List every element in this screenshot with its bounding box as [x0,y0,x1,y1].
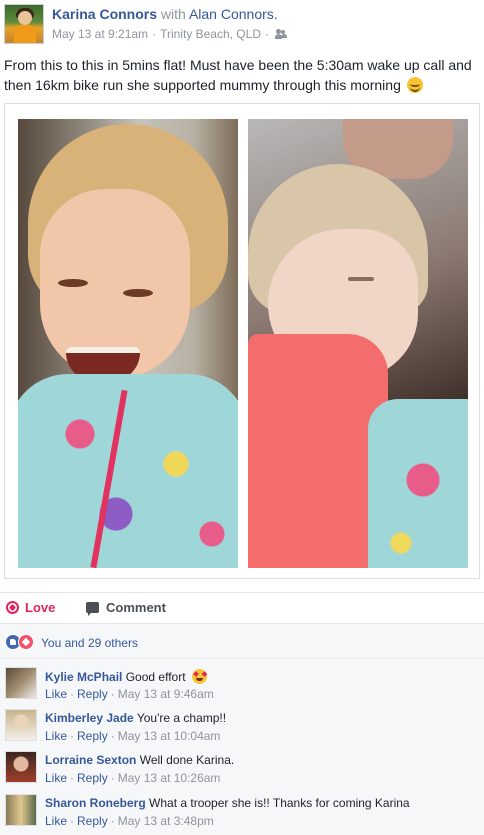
post-header: Karina Connors with Alan Connors. May 13… [0,0,484,50]
comment-body: Lorraine Sexton Well done Karina. [45,753,234,767]
commenter-name-link[interactable]: Kimberley Jade [45,711,134,725]
comment-like-link[interactable]: Like [45,687,67,701]
author-avatar[interactable] [4,4,44,44]
comment-button[interactable]: Comment [86,600,166,616]
avatar-body [14,25,36,43]
comment-item: Sharon Roneberg What a trooper she is!! … [0,791,484,833]
meta-separator: · [70,814,75,828]
reaction-icons[interactable] [5,634,34,650]
friends-icon[interactable] [274,29,288,39]
eye-shape [123,289,153,297]
commenter-avatar[interactable] [5,667,37,699]
comment-text: You're a champ!! [136,711,227,725]
photo-laughing-child[interactable] [18,119,238,568]
photo-sleeping-child[interactable] [248,119,468,568]
post-text-body: From this to this in 5mins flat! Must ha… [4,57,472,93]
commenter-avatar[interactable] [5,709,37,741]
post-text: From this to this in 5mins flat! Must ha… [4,55,480,95]
tagged-name-link[interactable]: Alan Connors. [189,6,278,22]
comment-meta: Like · Reply · May 13 at 10:04am [45,729,220,743]
love-button[interactable]: Love [6,600,55,615]
eye-shape [58,279,88,287]
meta-separator: · [110,814,115,828]
meta-separator: · [110,687,115,701]
photo-frame[interactable] [4,103,480,579]
comment-meta: Like · Reply · May 13 at 9:46am [45,687,214,701]
post-actions: Love Comment [0,592,484,622]
closed-eye-shape [348,277,374,281]
meta-separator: · [70,687,75,701]
meta-separator: · [152,27,157,41]
comment-reply-link[interactable]: Reply [77,771,108,785]
commenter-avatar[interactable] [5,794,37,826]
meta-separator: · [70,771,75,785]
author-name-link[interactable]: Karina Connors [52,6,157,22]
comment-item: Kylie McPhail Good effort Like · Reply · May… [0,664,484,706]
comment-text: What a trooper she is!! Thanks for comin… [149,796,410,810]
comment-time-link[interactable]: May 13 at 9:46am [118,687,214,701]
jacket-shape [18,374,238,568]
comment-text: Good effort [125,670,186,684]
post-location-link[interactable]: Trinity Beach, QLD [160,27,261,41]
comment-body: Kylie McPhail Good effort [45,669,207,684]
comment-time-link[interactable]: May 13 at 10:04am [118,729,221,743]
comment-text: Well done Karina. [139,753,235,767]
comments-section: Kylie McPhail Good effort Like · Reply · May… [0,660,484,835]
comment-reply-link[interactable]: Reply [77,729,108,743]
smiling-face-icon [406,77,423,93]
reactions-bar: You and 29 others [0,623,484,659]
meta-separator: · [110,771,115,785]
commenter-name-link[interactable]: Lorraine Sexton [45,753,136,767]
meta-separator: · [264,27,269,41]
commenter-name-link[interactable]: Sharon Roneberg [45,796,146,810]
comment-body: Kimberley Jade You're a champ!! [45,711,226,725]
comment-like-link[interactable]: Like [45,771,67,785]
comment-body: Sharon Roneberg What a trooper she is!! … [45,796,410,810]
reaction-summary-link[interactable]: You and 29 others [41,636,138,650]
comment-item: Lorraine Sexton Well done Karina. Like · R… [0,748,484,790]
love-badge-icon [18,634,34,650]
avatar-head [18,11,32,25]
with-text: with [160,6,186,22]
comment-meta: Like · Reply · May 13 at 10:26am [45,771,220,785]
meta-separator: · [70,729,75,743]
love-icon [6,601,19,614]
hood-shape [248,334,388,568]
comment-icon [86,602,99,616]
comment-reply-link[interactable]: Reply [77,814,108,828]
commenter-name-link[interactable]: Kylie McPhail [45,670,122,684]
comment-time-link[interactable]: May 13 at 3:48pm [118,814,214,828]
comment-like-link[interactable]: Like [45,814,67,828]
heart-eyes-icon [191,669,207,684]
comment-like-link[interactable]: Like [45,729,67,743]
meta-separator: · [110,729,115,743]
love-label: Love [25,600,56,615]
comment-reply-link[interactable]: Reply [77,687,108,701]
jacket-shape [368,399,468,568]
comment-label: Comment [106,600,166,615]
comment-time-link[interactable]: May 13 at 10:26am [118,771,221,785]
commenter-avatar[interactable] [5,751,37,783]
post-names: Karina Connors with Alan Connors. [52,6,278,22]
comment-meta: Like · Reply · May 13 at 3:48pm [45,814,214,828]
post-meta: May 13 at 9:21am · Trinity Beach, QLD · [52,27,288,41]
comment-item: Kimberley Jade You're a champ!! Like · Rep… [0,706,484,748]
post-date-link[interactable]: May 13 at 9:21am [52,27,148,41]
